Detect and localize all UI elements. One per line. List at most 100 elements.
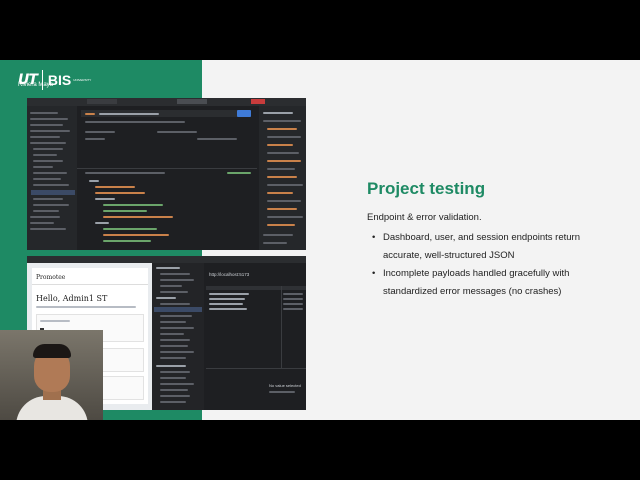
tree-line xyxy=(160,285,182,287)
sidebar-line xyxy=(33,198,63,200)
table-row xyxy=(209,298,245,300)
sidebar-line xyxy=(30,228,66,230)
json-line xyxy=(95,222,109,224)
tree-line xyxy=(160,395,190,397)
json-line xyxy=(103,240,151,242)
params-row xyxy=(85,138,105,140)
tree-selected xyxy=(154,307,202,312)
panel-line xyxy=(267,136,301,138)
method-label xyxy=(85,113,95,115)
video-frame: UT BIS UNIVERSITY Riviera Maya Promotee … xyxy=(0,0,640,480)
greeting-heading: Hello, Admin1 ST xyxy=(36,294,108,303)
table-row xyxy=(209,303,243,305)
json-line xyxy=(103,216,173,218)
slide-title: Project testing xyxy=(367,179,486,198)
bullet-text: Incomplete payloads handled gracefully w… xyxy=(383,268,570,297)
no-value-label: No value selected xyxy=(269,383,301,388)
sidebar-line xyxy=(30,142,66,144)
tree-line xyxy=(160,401,186,403)
params-row xyxy=(85,131,115,133)
tree-line xyxy=(160,339,190,341)
json-line xyxy=(103,204,163,206)
sidebar-line xyxy=(33,204,69,206)
table-row xyxy=(283,293,303,295)
sidebar-line xyxy=(33,166,53,168)
tree-line xyxy=(160,383,194,385)
table-row xyxy=(209,293,249,295)
panel-line xyxy=(267,152,299,154)
presenter-hair xyxy=(33,344,71,358)
tab xyxy=(87,99,117,104)
tree-line xyxy=(160,345,188,347)
send-button[interactable] xyxy=(237,110,251,117)
tree-line xyxy=(156,267,180,269)
panel-line xyxy=(267,224,295,226)
sidebar-line xyxy=(33,178,61,180)
panel-line xyxy=(263,120,301,122)
response-tabs xyxy=(85,172,165,174)
sidebar-line xyxy=(30,118,68,120)
window-button xyxy=(251,99,265,104)
params-row xyxy=(197,138,237,140)
panel-line xyxy=(267,208,297,210)
sidebar-line xyxy=(33,154,57,156)
devtools-tabs xyxy=(27,256,306,263)
column-divider xyxy=(281,286,282,368)
tree-line xyxy=(160,377,186,379)
logo-location: Riviera Maya xyxy=(18,82,54,88)
panel-line xyxy=(267,128,297,130)
no-value-hint xyxy=(269,391,295,393)
sidebar-line xyxy=(30,130,70,132)
tree-line xyxy=(160,333,184,335)
sidebar-line xyxy=(33,148,63,150)
sidebar-line xyxy=(33,160,63,162)
presenter-webcam xyxy=(0,330,103,420)
panel-line xyxy=(267,216,303,218)
json-line xyxy=(89,180,99,182)
tree-line xyxy=(160,371,190,373)
request-tabs xyxy=(85,121,185,123)
stat-label xyxy=(40,320,70,322)
status-200 xyxy=(227,172,251,174)
tree-line xyxy=(160,303,190,305)
sidebar-line xyxy=(30,136,60,138)
tree-line xyxy=(160,315,192,317)
url-text xyxy=(99,113,159,115)
panel-line xyxy=(267,200,301,202)
origin-url: http://localhost:5173 xyxy=(209,272,250,277)
tree-line xyxy=(160,327,194,329)
tab-active xyxy=(177,99,207,104)
divider xyxy=(32,284,148,285)
tree-line xyxy=(156,365,186,367)
sidebar-line xyxy=(33,184,69,186)
json-line xyxy=(95,198,115,200)
tree-line xyxy=(160,389,188,391)
bullet-list: • Dashboard, user, and session endpoints… xyxy=(372,229,617,301)
sidebar-selected xyxy=(31,190,75,195)
panel-line xyxy=(263,112,293,114)
divider xyxy=(206,368,306,369)
greeting-subline xyxy=(36,306,136,308)
table-row xyxy=(283,298,303,300)
panel-line xyxy=(267,176,297,178)
tree-line xyxy=(160,279,194,281)
tree-line xyxy=(160,273,190,275)
sidebar-line xyxy=(30,222,54,224)
tree-line xyxy=(156,297,176,299)
panel-line xyxy=(267,168,295,170)
tree-line xyxy=(160,351,194,353)
bullet-item: • Dashboard, user, and session endpoints… xyxy=(372,229,617,265)
panel-line xyxy=(263,242,287,244)
sidebar-line xyxy=(33,210,59,212)
app-card-title: Promotee xyxy=(36,274,66,281)
json-line xyxy=(95,186,135,188)
json-line xyxy=(103,210,147,212)
table-row xyxy=(283,308,303,310)
json-line xyxy=(95,192,145,194)
slide-subtitle: Endpoint & error validation. xyxy=(367,212,482,223)
panel-line xyxy=(267,160,301,162)
logo-tag: UNIVERSITY xyxy=(73,77,92,82)
table-row xyxy=(209,308,247,310)
bullet-item: • Incomplete payloads handled gracefully… xyxy=(372,265,617,301)
bullet-text: Dashboard, user, and session endpoints r… xyxy=(383,232,580,261)
